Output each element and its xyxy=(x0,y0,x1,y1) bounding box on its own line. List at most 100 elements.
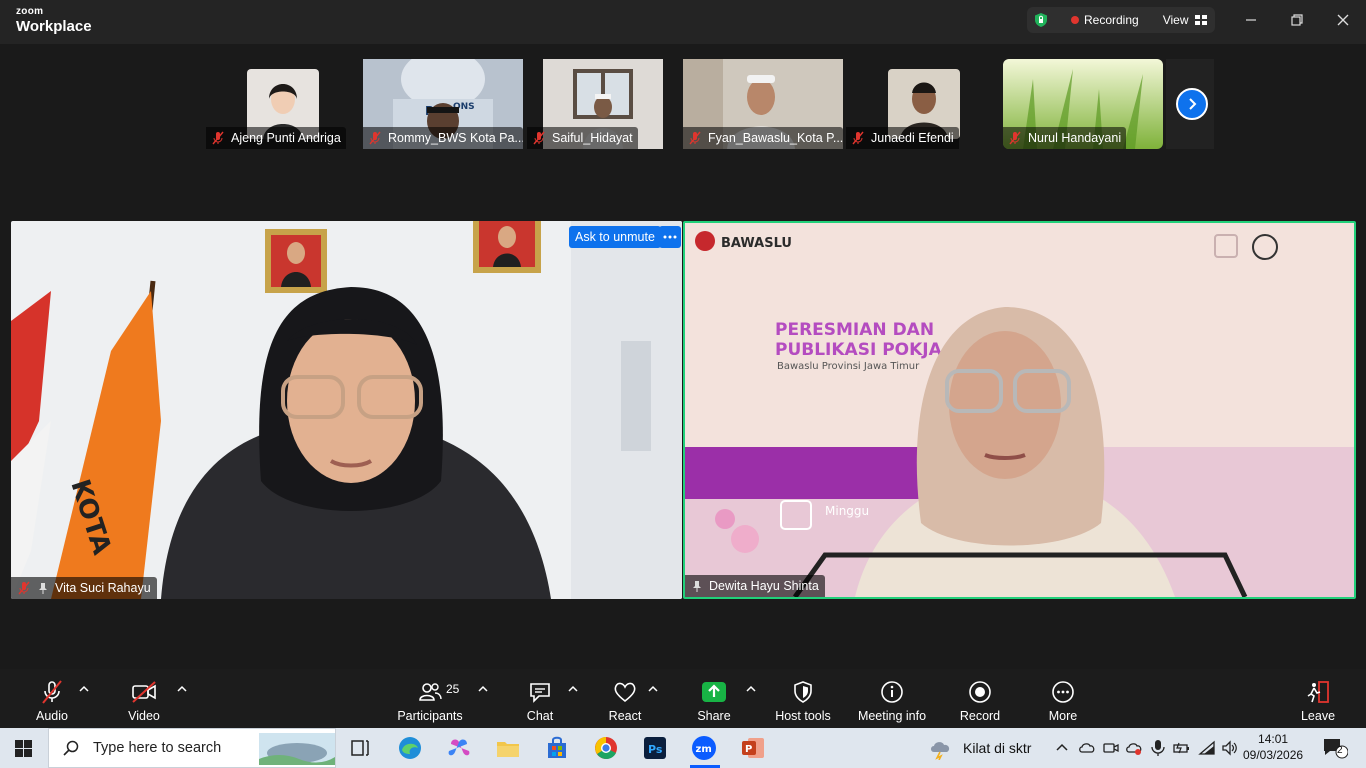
main-video-left[interactable]: KOTA Vita Suci Rahayu xyxy=(11,221,682,599)
share-options-chevron-icon[interactable] xyxy=(746,685,756,693)
next-page-arrow-icon[interactable] xyxy=(1176,88,1208,120)
info-icon xyxy=(881,681,903,703)
bg-day-text: Minggu xyxy=(825,504,869,518)
react-options-chevron-icon[interactable] xyxy=(648,685,658,693)
participant-thumbnail[interactable]: Junaedi Efendi xyxy=(846,59,962,149)
share-screen-icon xyxy=(702,682,726,702)
chat-options-chevron-icon[interactable] xyxy=(568,685,578,693)
video-button[interactable]: Video xyxy=(122,669,166,728)
view-button[interactable]: View xyxy=(1163,13,1189,27)
search-icon xyxy=(63,740,79,756)
meet-now-icon[interactable] xyxy=(1102,739,1120,757)
taskbar-search-box[interactable]: Type here to search xyxy=(48,728,336,768)
share-button[interactable]: Share xyxy=(694,669,734,728)
chat-button[interactable]: Chat xyxy=(520,669,560,728)
meeting-info-button[interactable]: Meeting info xyxy=(854,669,930,728)
security-shield-icon[interactable] xyxy=(1033,12,1049,28)
notification-count-badge: 2 xyxy=(1337,745,1343,756)
participant-name: Junaedi Efendi xyxy=(871,131,954,145)
bg-subtitle: Bawaslu Provinsi Jawa Timur xyxy=(777,361,920,372)
participant-thumbnail[interactable]: Nurul Handayani xyxy=(1003,59,1163,149)
shield-icon xyxy=(794,681,812,703)
pin-icon xyxy=(693,581,701,592)
bg-brand-text: BAWASLU xyxy=(721,236,792,251)
windows-start-icon[interactable] xyxy=(15,740,32,757)
copilot-icon[interactable] xyxy=(445,734,473,762)
muted-mic-icon xyxy=(369,131,381,145)
participant-name: Rommy_BWS Kota Pa... xyxy=(388,131,523,145)
share-label: Share xyxy=(697,709,731,723)
muted-mic-icon xyxy=(852,131,864,145)
close-icon[interactable] xyxy=(1331,10,1355,30)
wifi-icon[interactable] xyxy=(1198,739,1216,757)
participants-button[interactable]: Participants xyxy=(396,669,464,728)
restore-icon[interactable] xyxy=(1285,10,1309,30)
more-icon xyxy=(1052,681,1074,703)
notification-center-icon[interactable] xyxy=(1322,737,1348,759)
video-options-chevron-icon[interactable] xyxy=(177,685,187,693)
video-options-more-icon[interactable] xyxy=(659,226,681,248)
zoom-logo: zoom Workplace xyxy=(16,6,92,35)
recording-dot-icon xyxy=(1071,16,1079,24)
edge-browser-icon[interactable] xyxy=(396,734,424,762)
battery-plugged-icon[interactable] xyxy=(1173,739,1191,757)
zoom-app-icon[interactable]: zm xyxy=(690,734,718,762)
cloud-sync-icon[interactable] xyxy=(1125,739,1143,757)
logo-line1: zoom xyxy=(16,6,44,17)
pin-icon xyxy=(39,583,47,594)
powerpoint-icon[interactable]: P xyxy=(739,734,767,762)
tray-overflow-chevron-icon[interactable] xyxy=(1056,742,1068,752)
participant-name: Nurul Handayani xyxy=(1028,131,1122,145)
participants-options-chevron-icon[interactable] xyxy=(478,685,488,693)
react-button[interactable]: React xyxy=(604,669,646,728)
ask-to-unmute-button[interactable]: Ask to unmute xyxy=(569,226,661,248)
volume-icon[interactable] xyxy=(1221,739,1239,757)
video-off-icon xyxy=(132,681,156,703)
record-label: Record xyxy=(959,709,1001,723)
recording-label[interactable]: Recording xyxy=(1084,13,1139,27)
microsoft-store-icon[interactable] xyxy=(543,734,571,762)
photoshop-icon[interactable]: Ps xyxy=(641,734,669,762)
search-placeholder: Type here to search xyxy=(93,740,222,756)
participant-thumbnail[interactable]: Fyan_Bawaslu_Kota P... xyxy=(683,59,843,149)
participant-name: Saiful_Hidayat xyxy=(552,131,633,145)
record-icon xyxy=(969,681,991,703)
heart-icon xyxy=(614,682,636,703)
participant-thumbnail-strip: Ajeng Punti Andriga RA ONS Rommy_BWS Kot… xyxy=(0,59,1366,149)
participant-name: Dewita Hayu Shinta xyxy=(709,579,819,593)
audio-options-chevron-icon[interactable] xyxy=(79,685,89,693)
participant-thumbnail[interactable]: Ajeng Punti Andriga xyxy=(206,59,360,149)
bg-title-line1: PERESMIAN DAN xyxy=(775,320,934,340)
minimize-icon[interactable] xyxy=(1239,10,1263,30)
grid-view-icon[interactable] xyxy=(1194,15,1207,25)
audio-button[interactable]: Audio xyxy=(30,669,74,728)
participant-thumbnail[interactable]: Saiful_Hidayat xyxy=(527,59,663,149)
weather-storm-icon[interactable] xyxy=(928,738,954,760)
leave-label: Leave xyxy=(1300,709,1336,723)
participant-name-tag: Vita Suci Rahayu xyxy=(11,577,157,599)
participant-thumbnail[interactable]: RA ONS Rommy_BWS Kota Pa... xyxy=(363,59,523,149)
muted-mic-icon xyxy=(533,131,545,145)
participants-label: Participants xyxy=(397,709,463,723)
main-video-right-active-speaker[interactable]: BAWASLU PERESMIAN DAN PUBLIKASI POKJA PP… xyxy=(683,221,1356,599)
more-button[interactable]: More xyxy=(1043,669,1083,728)
task-view-icon[interactable] xyxy=(346,734,374,762)
host-tools-button[interactable]: Host tools xyxy=(772,669,834,728)
leave-button[interactable]: Leave xyxy=(1298,669,1338,728)
microphone-in-use-icon[interactable] xyxy=(1150,739,1166,757)
audio-label: Audio xyxy=(36,709,68,723)
participant-name-tag: Ajeng Punti Andriga xyxy=(206,127,346,149)
system-clock[interactable]: 14:01 09/03/2026 xyxy=(1243,731,1303,763)
chrome-browser-icon[interactable] xyxy=(592,734,620,762)
participant-name-tag: Nurul Handayani xyxy=(1003,127,1127,149)
file-explorer-icon[interactable] xyxy=(494,734,522,762)
muted-mic-icon xyxy=(689,131,701,145)
onedrive-cloud-icon[interactable] xyxy=(1078,739,1096,757)
weather-text[interactable]: Kilat di sktr xyxy=(963,740,1031,756)
svg-text:Ps: Ps xyxy=(648,743,663,756)
windows-taskbar: Type here to search Ps zm P Kilat di skt… xyxy=(0,728,1366,768)
participants-count-badge: 25 xyxy=(446,682,460,696)
participant-name-tag: Rommy_BWS Kota Pa... xyxy=(363,127,523,149)
record-button[interactable]: Record xyxy=(958,669,1002,728)
participant-name: Ajeng Punti Andriga xyxy=(231,131,341,145)
